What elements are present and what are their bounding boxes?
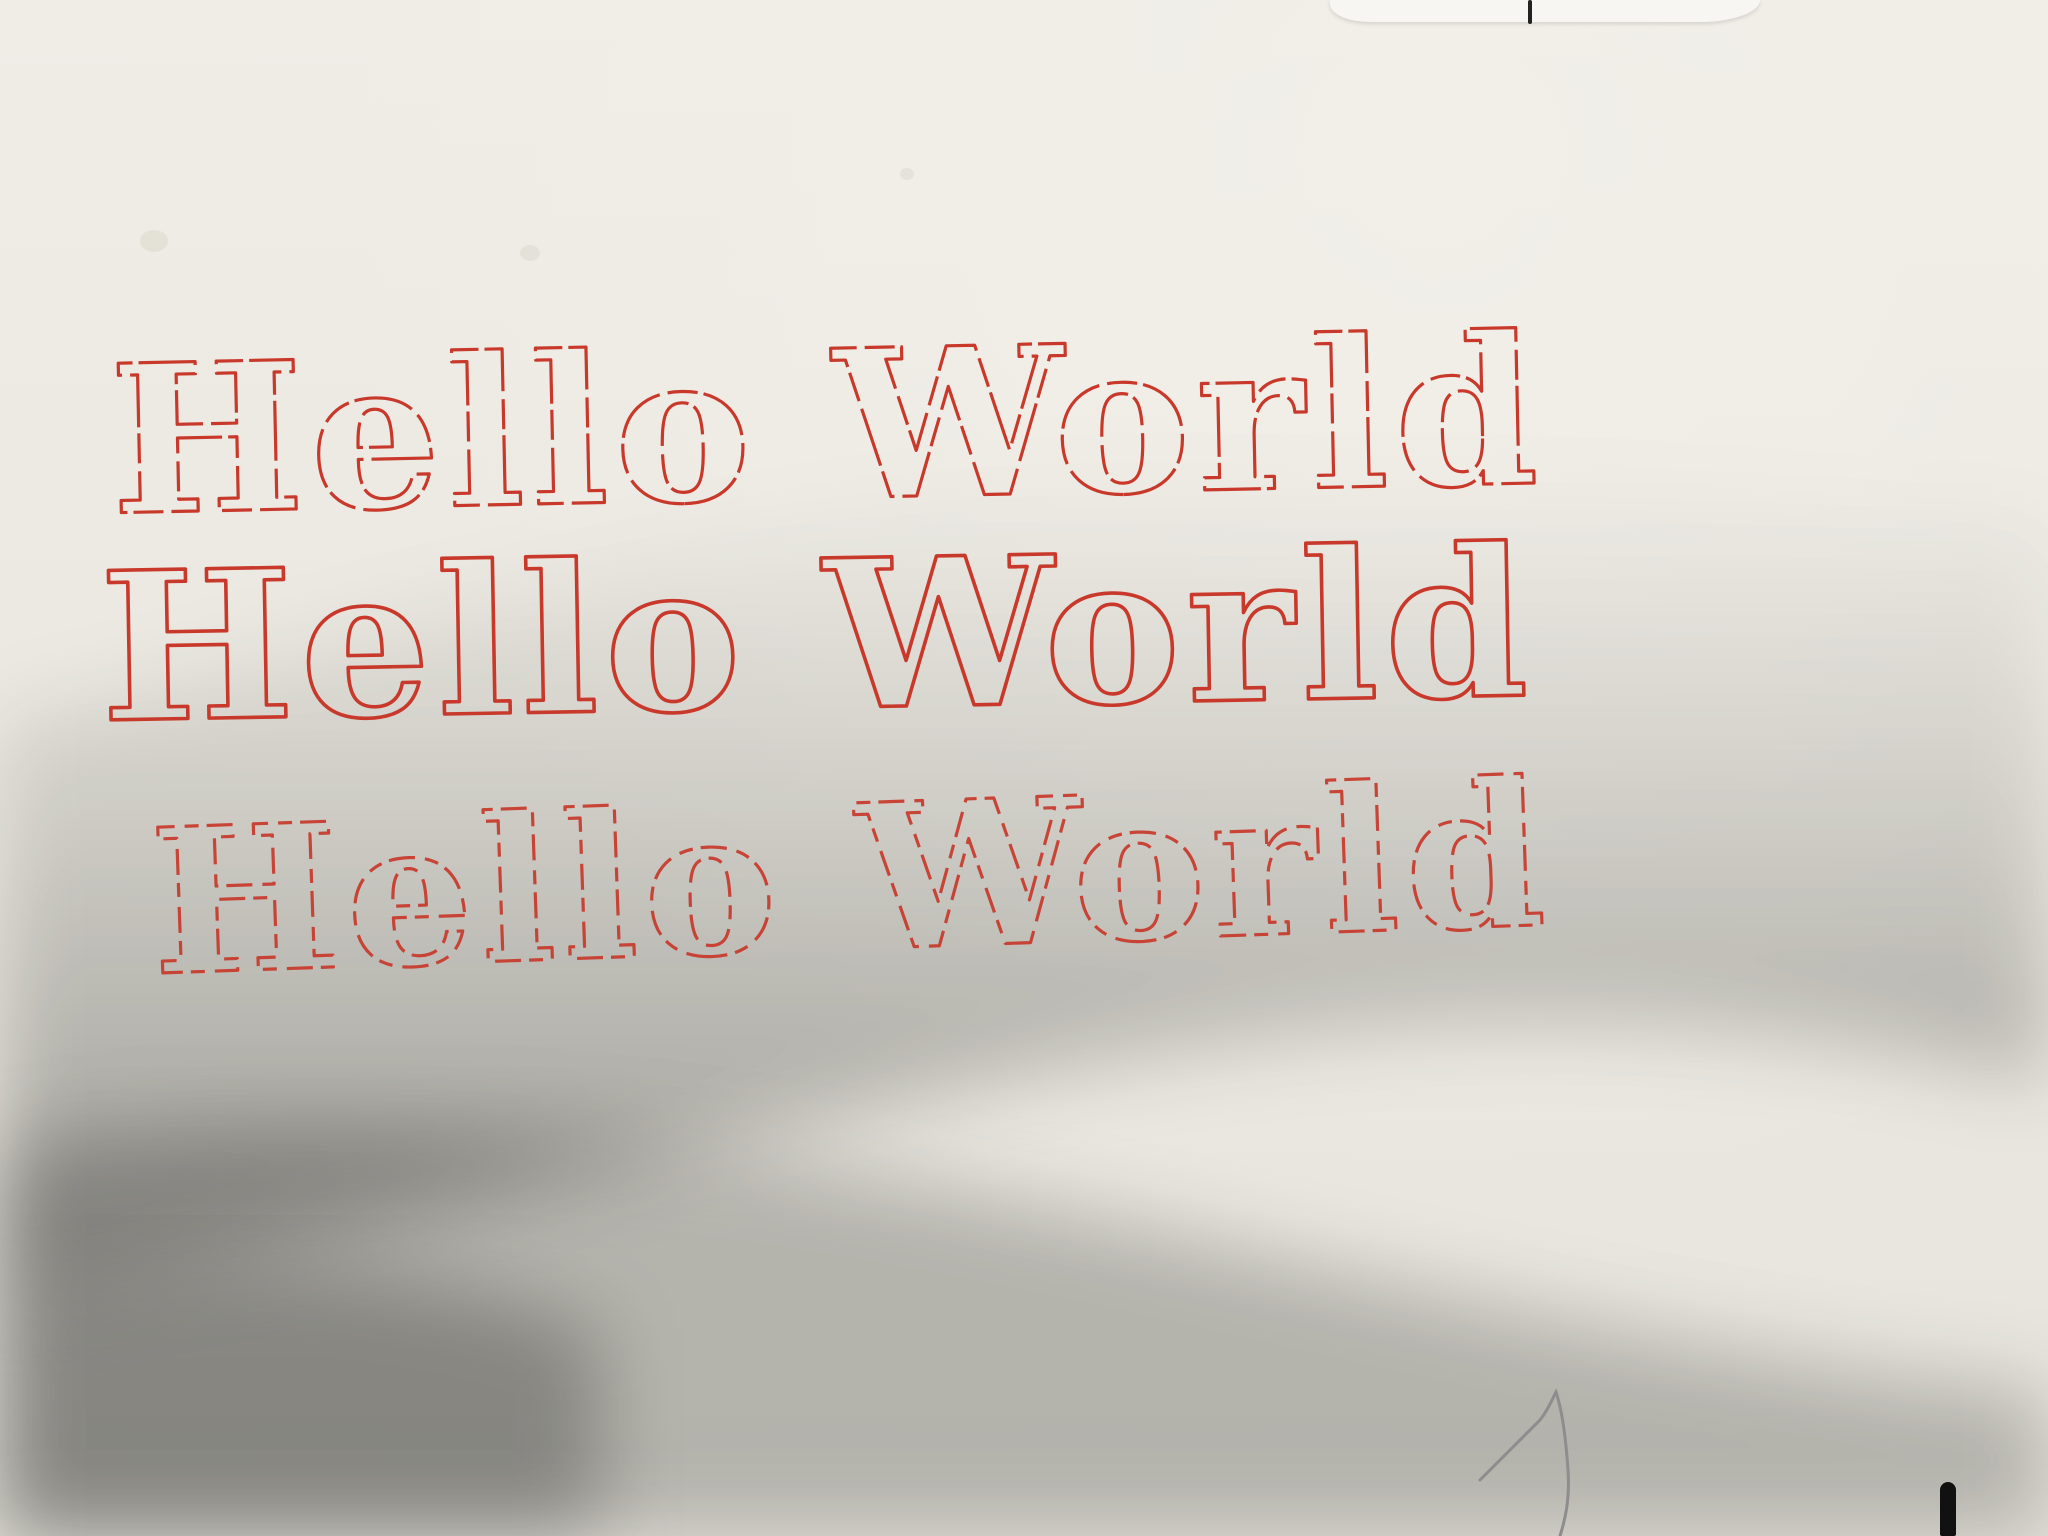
plotted-text-area: Hello World Hello World Hello World [96, 290, 1556, 1023]
hello-world-line-3: Hello World [147, 737, 1554, 1021]
photo-scene: Hello World Hello World Hello World [0, 0, 2048, 1536]
hello-world-line-2: Hello World [98, 504, 1535, 769]
binder-clip-edge [1940, 1482, 1956, 1536]
